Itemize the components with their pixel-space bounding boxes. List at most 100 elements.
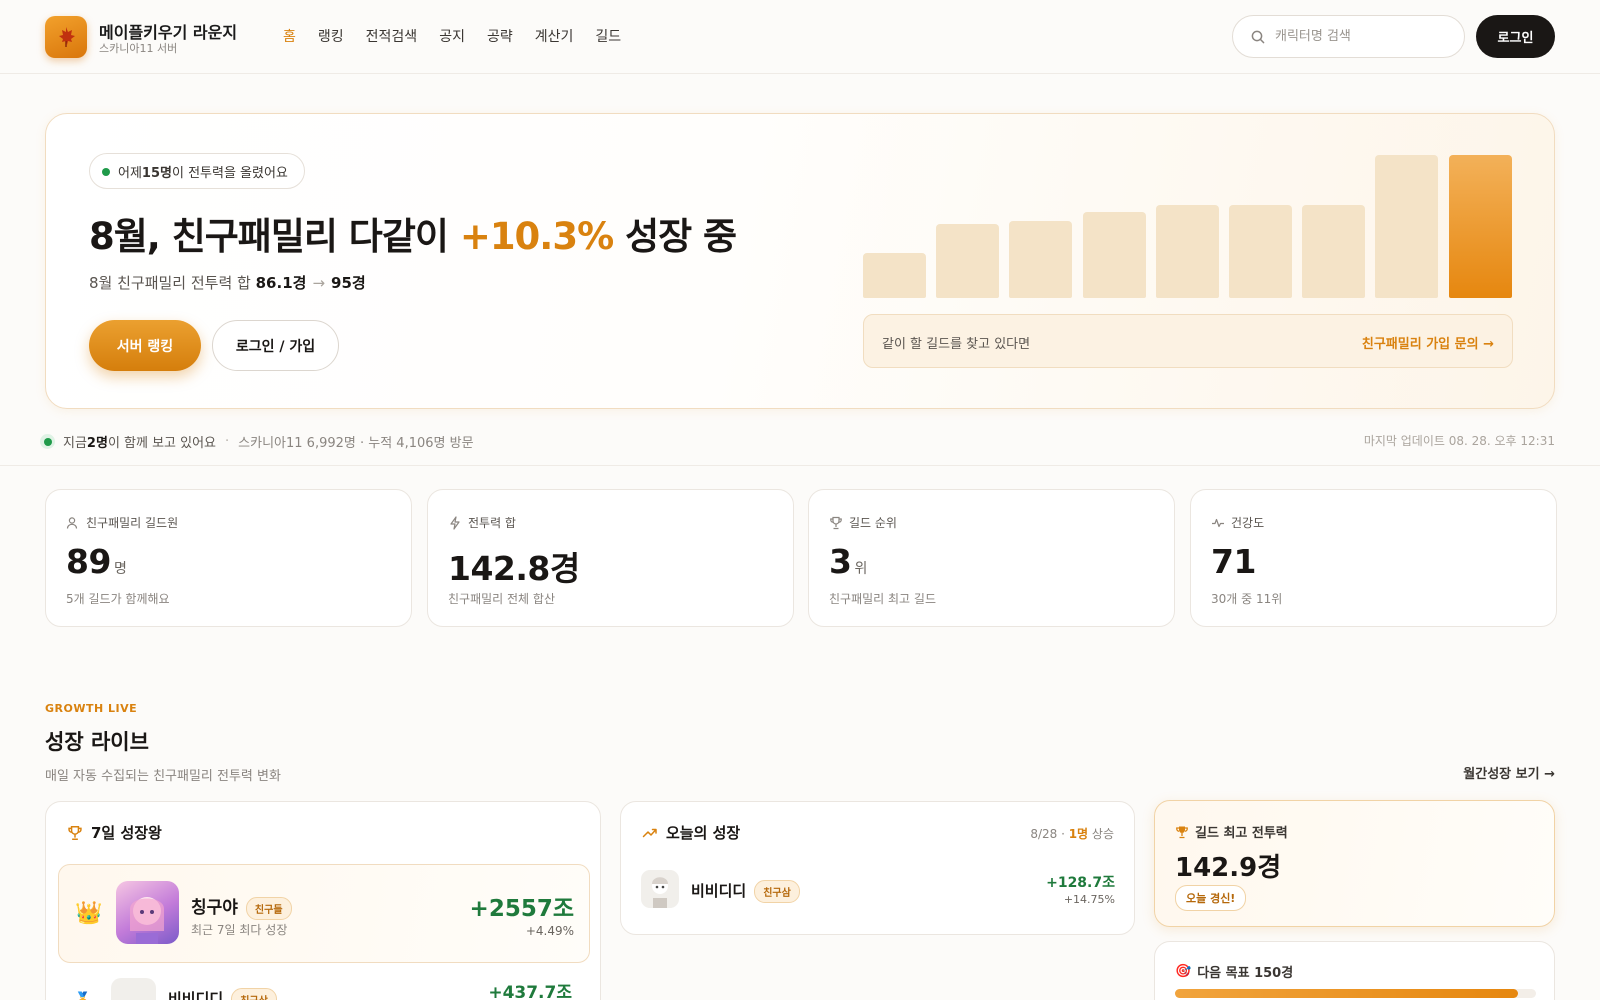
power-from: 86.1경: [255, 274, 307, 292]
nav-guild[interactable]: 길드: [595, 26, 621, 46]
hero-subtitle: 8월 친구패밀리 전투력 합 86.1경 → 95경: [89, 272, 366, 293]
stat-card-power[interactable]: 전투력 합 142.8경 친구패밀리 전체 합산: [427, 489, 794, 627]
stat-label: 전투력 합: [448, 514, 516, 531]
nav-ranking[interactable]: 랭킹: [318, 26, 344, 46]
goal-label-text: 다음 목표 150경: [1197, 966, 1294, 981]
nav-home[interactable]: 홈: [283, 26, 296, 46]
trending-up-icon: [642, 828, 657, 837]
nav-notice[interactable]: 공지: [439, 26, 465, 46]
hero-growth-percent: +10.3%: [459, 215, 614, 258]
pill-count: 15명: [141, 165, 172, 181]
server-ranking-button[interactable]: 서버 랭킹: [89, 320, 201, 371]
status-pre: 지금: [63, 436, 87, 451]
hero-title: 8월, 친구패밀리 다같이 +10.3% 성장 중: [89, 206, 737, 260]
section-eyebrow: GROWTH LIVE: [45, 702, 138, 715]
power-to: 95경: [331, 274, 366, 292]
top-growth-delta: +2557조: [469, 896, 574, 922]
growth-bar-chart: [863, 152, 1513, 298]
hero-title-pre: 8월, 친구패밀리 다같이: [89, 215, 460, 258]
join-text: 같이 할 길드를 찾고 있다면: [882, 337, 1031, 352]
stat-label-text: 길드 순위: [849, 516, 897, 530]
guild-badge: 친구삼: [754, 880, 800, 903]
today-meta-post: 상승: [1088, 827, 1114, 841]
stat-label-text: 전투력 합: [468, 516, 516, 530]
trophy-icon: [68, 825, 82, 840]
goal-label: 🎯 다음 목표 150경: [1175, 962, 1293, 981]
login-signup-button[interactable]: 로그인 / 가입: [212, 320, 339, 371]
trophy-icon: [1176, 826, 1188, 838]
status-separator: ·: [225, 434, 230, 449]
nav-calculator[interactable]: 계산기: [535, 26, 574, 46]
stat-unit: 위: [854, 561, 867, 577]
section-divider: [0, 465, 1600, 466]
growth-row-2[interactable]: 🏅 비비디디 친구삼 +437.7조: [58, 978, 590, 1000]
top-growth-percent: +4.49%: [525, 924, 574, 938]
growth-bar: [1155, 205, 1219, 298]
growth-bar: [1082, 212, 1146, 298]
join-inquiry-link[interactable]: 친구패밀리 가입 문의 →: [1362, 333, 1494, 352]
viewer-count: 2명: [86, 436, 108, 451]
character-avatar: [111, 978, 156, 1000]
stat-card-health[interactable]: 건강도 71 30개 중 11위: [1190, 489, 1557, 627]
brand-subtitle: 스카니아11 서버: [99, 42, 178, 55]
growth-bar: [863, 253, 926, 298]
nav-record-search[interactable]: 전적검색: [366, 26, 418, 46]
search-input[interactable]: [1275, 29, 1455, 44]
status-post: 이 함께 보고 있어요: [107, 436, 217, 451]
character-search[interactable]: [1232, 15, 1465, 58]
new-record-badge: 오늘 경신!: [1175, 885, 1247, 911]
stat-note: 친구패밀리 전체 합산: [448, 592, 555, 606]
stat-label: 친구패밀리 길드원: [66, 514, 178, 531]
character-avatar: [116, 881, 179, 944]
stat-card-members[interactable]: 친구패밀리 길드원 89 명 5개 길드가 함께해요: [45, 489, 412, 627]
section-title: 성장 라이브: [45, 730, 149, 754]
guild-best-power-card[interactable]: 길드 최고 전투력 142.9경 오늘 경신!: [1154, 800, 1555, 927]
stat-number: 142.8경: [448, 549, 580, 588]
live-status: 지금 2명 이 함께 보고 있어요 · 스카니아11 6,992명 · 누적 4,…: [40, 432, 474, 451]
server-stats: 스카니아11 6,992명 · 누적 4,106명 방문: [238, 436, 474, 451]
panel-title: 7일 성장왕: [67, 822, 162, 843]
stat-card-rank[interactable]: 길드 순위 3위 친구패밀리 최고 길드: [808, 489, 1175, 627]
guild-badge: 친구들: [245, 896, 292, 920]
medal-icon: 🏅: [74, 992, 92, 1000]
top-character-meta: 최근 7일 최다 성장: [191, 923, 288, 937]
stat-value: 89 명: [66, 542, 127, 581]
growth-bar: [1009, 221, 1073, 298]
goal-progress-bar: [1175, 989, 1536, 998]
bolt-icon: [450, 515, 460, 530]
today-growth-row[interactable]: 비비디디 친구삼 +128.7조 +14.75%: [641, 870, 1115, 914]
top-character-name: 칭구야 친구들: [191, 893, 292, 920]
live-dot-icon: [102, 168, 110, 176]
nav-guide[interactable]: 공략: [487, 26, 513, 46]
stat-unit: 명: [113, 561, 127, 577]
today-meta: 8/28 · 1명 상승: [1030, 825, 1114, 842]
growth-bar: [1375, 155, 1439, 298]
stat-label: 길드 순위: [829, 514, 897, 531]
growth-delta: +128.7조: [1046, 875, 1115, 891]
crown-icon: 👑: [75, 901, 103, 926]
panel-title-text: 7일 성장왕: [91, 824, 162, 842]
pill-text-pre: 어제: [118, 165, 142, 181]
monthly-growth-link[interactable]: 월간성장 보기 →: [1463, 763, 1555, 782]
hero-title-post: 성장 중: [613, 215, 737, 258]
stat-value: 142.8경: [448, 542, 583, 590]
stat-label: 건강도: [1211, 514, 1264, 531]
character-avatar: [641, 870, 679, 908]
login-button[interactable]: 로그인: [1476, 15, 1555, 58]
stat-note: 5개 길드가 함께해요: [66, 592, 170, 606]
maple-leaf-logo-icon[interactable]: [45, 16, 87, 58]
growth-bar: [1302, 205, 1366, 298]
hero-banner: 어제 15명 이 전투력을 올렸어요 8월, 친구패밀리 다같이 +10.3% 성…: [45, 113, 1555, 409]
best-power-label-text: 길드 최고 전투력: [1195, 826, 1288, 841]
character-name-today: 비비디디 친구삼: [691, 880, 800, 903]
stat-note: 30개 중 11위: [1211, 592, 1283, 606]
growth-king-row[interactable]: 👑 칭구야 친구들 최근 7일 최다 성장 +2557조 +4.49%: [58, 864, 590, 963]
guild-join-banner: 같이 할 길드를 찾고 있다면 친구패밀리 가입 문의 →: [863, 314, 1513, 368]
character-name: 비비디디: [168, 990, 224, 1000]
hero-sub-pre: 8월 친구패밀리 전투력 합: [89, 274, 256, 292]
stat-value: 71: [1211, 542, 1259, 581]
stat-number: 3: [829, 542, 852, 581]
top-header: 메이플키우기 라운지 스카니아11 서버 홈 랭킹 전적검색 공지 공략 계산기…: [0, 0, 1600, 74]
character-name: 비비디디: [691, 882, 747, 900]
stat-number: 71: [1211, 542, 1256, 581]
